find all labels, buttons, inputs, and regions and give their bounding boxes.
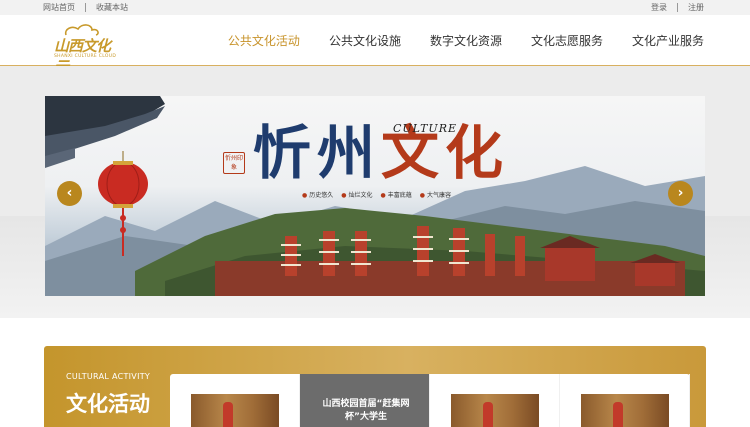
- nav-digital-resources[interactable]: 数字文化资源: [430, 32, 502, 49]
- activity-card[interactable]: [560, 374, 690, 427]
- bookmark-link[interactable]: 收藏本站: [96, 2, 128, 13]
- tagline-item: ● 大气康容: [419, 192, 452, 199]
- banner-taglines: ● 历史悠久 ● 灿烂文化 ● 丰富底蕴 ● 大气康容: [302, 190, 451, 199]
- activity-title-cn: 文化活动: [66, 392, 150, 416]
- banner-title-part1: 忻州: [253, 119, 382, 187]
- logo-subtitle: SHANXI CULTURE CLOUD: [54, 54, 117, 59]
- tagline-item: ● 历史悠久: [302, 192, 334, 199]
- nav-public-facilities[interactable]: 公共文化设施: [329, 32, 401, 49]
- cultural-activity-panel: CULTURAL ACTIVITY 文化活动 山西校园首届“赶集网杯”大学生: [44, 346, 706, 427]
- banner-title: 忻州文化: [253, 106, 509, 190]
- activity-caption: 山西校园首届“赶集网杯”大学生: [322, 399, 410, 422]
- activity-card[interactable]: [170, 374, 300, 427]
- activity-title-en: CULTURAL ACTIVITY: [66, 372, 151, 381]
- topbar-divider: [677, 3, 678, 12]
- topbar-left: 网站首页 收藏本站: [43, 2, 128, 13]
- site-logo[interactable]: 山西文化云 SHANXI CULTURE CLOUD: [52, 23, 122, 76]
- topbar-right: 登录 注册: [651, 2, 704, 13]
- tagline-item: ● 丰富底蕴: [380, 192, 412, 199]
- login-link[interactable]: 登录: [651, 2, 667, 13]
- top-utility-bar: 网站首页 收藏本站 登录 注册: [0, 0, 750, 15]
- activity-card-list: 山西校园首届“赶集网杯”大学生: [170, 374, 690, 427]
- home-link[interactable]: 网站首页: [43, 2, 75, 13]
- activity-thumbnail: [581, 394, 669, 427]
- banner-section: 忻州印象 忻州文化 CULTURE ● 历史悠久 ● 灿烂文化 ● 丰富底蕴 ● 大气康…: [0, 66, 750, 318]
- main-nav: 公共文化活动 公共文化设施 数字文化资源 文化志愿服务 文化产业服务: [199, 32, 704, 49]
- activity-card[interactable]: 山西校园首届“赶集网杯”大学生: [300, 374, 430, 427]
- nav-volunteer-services[interactable]: 文化志愿服务: [531, 32, 603, 49]
- nav-industry-services[interactable]: 文化产业服务: [632, 32, 704, 49]
- banner-culture-word: CULTURE: [393, 122, 458, 135]
- banner-next-arrow-icon[interactable]: ›: [668, 181, 693, 206]
- activity-thumbnail: [451, 394, 539, 427]
- banner-seal: 忻州印象: [223, 152, 245, 174]
- site-header: 山西文化云 SHANXI CULTURE CLOUD 公共文化活动 公共文化设施…: [0, 15, 750, 76]
- nav-public-activities[interactable]: 公共文化活动: [228, 32, 300, 49]
- activity-card[interactable]: [430, 374, 560, 427]
- topbar-divider: [85, 3, 86, 12]
- register-link[interactable]: 注册: [688, 2, 704, 13]
- banner-slide[interactable]: 忻州印象 忻州文化 CULTURE ● 历史悠久 ● 灿烂文化 ● 丰富底蕴 ● 大气康…: [45, 96, 705, 296]
- banner-prev-arrow-icon[interactable]: ‹: [57, 181, 82, 206]
- tagline-item: ● 灿烂文化: [341, 192, 373, 199]
- activity-thumbnail: [191, 394, 279, 427]
